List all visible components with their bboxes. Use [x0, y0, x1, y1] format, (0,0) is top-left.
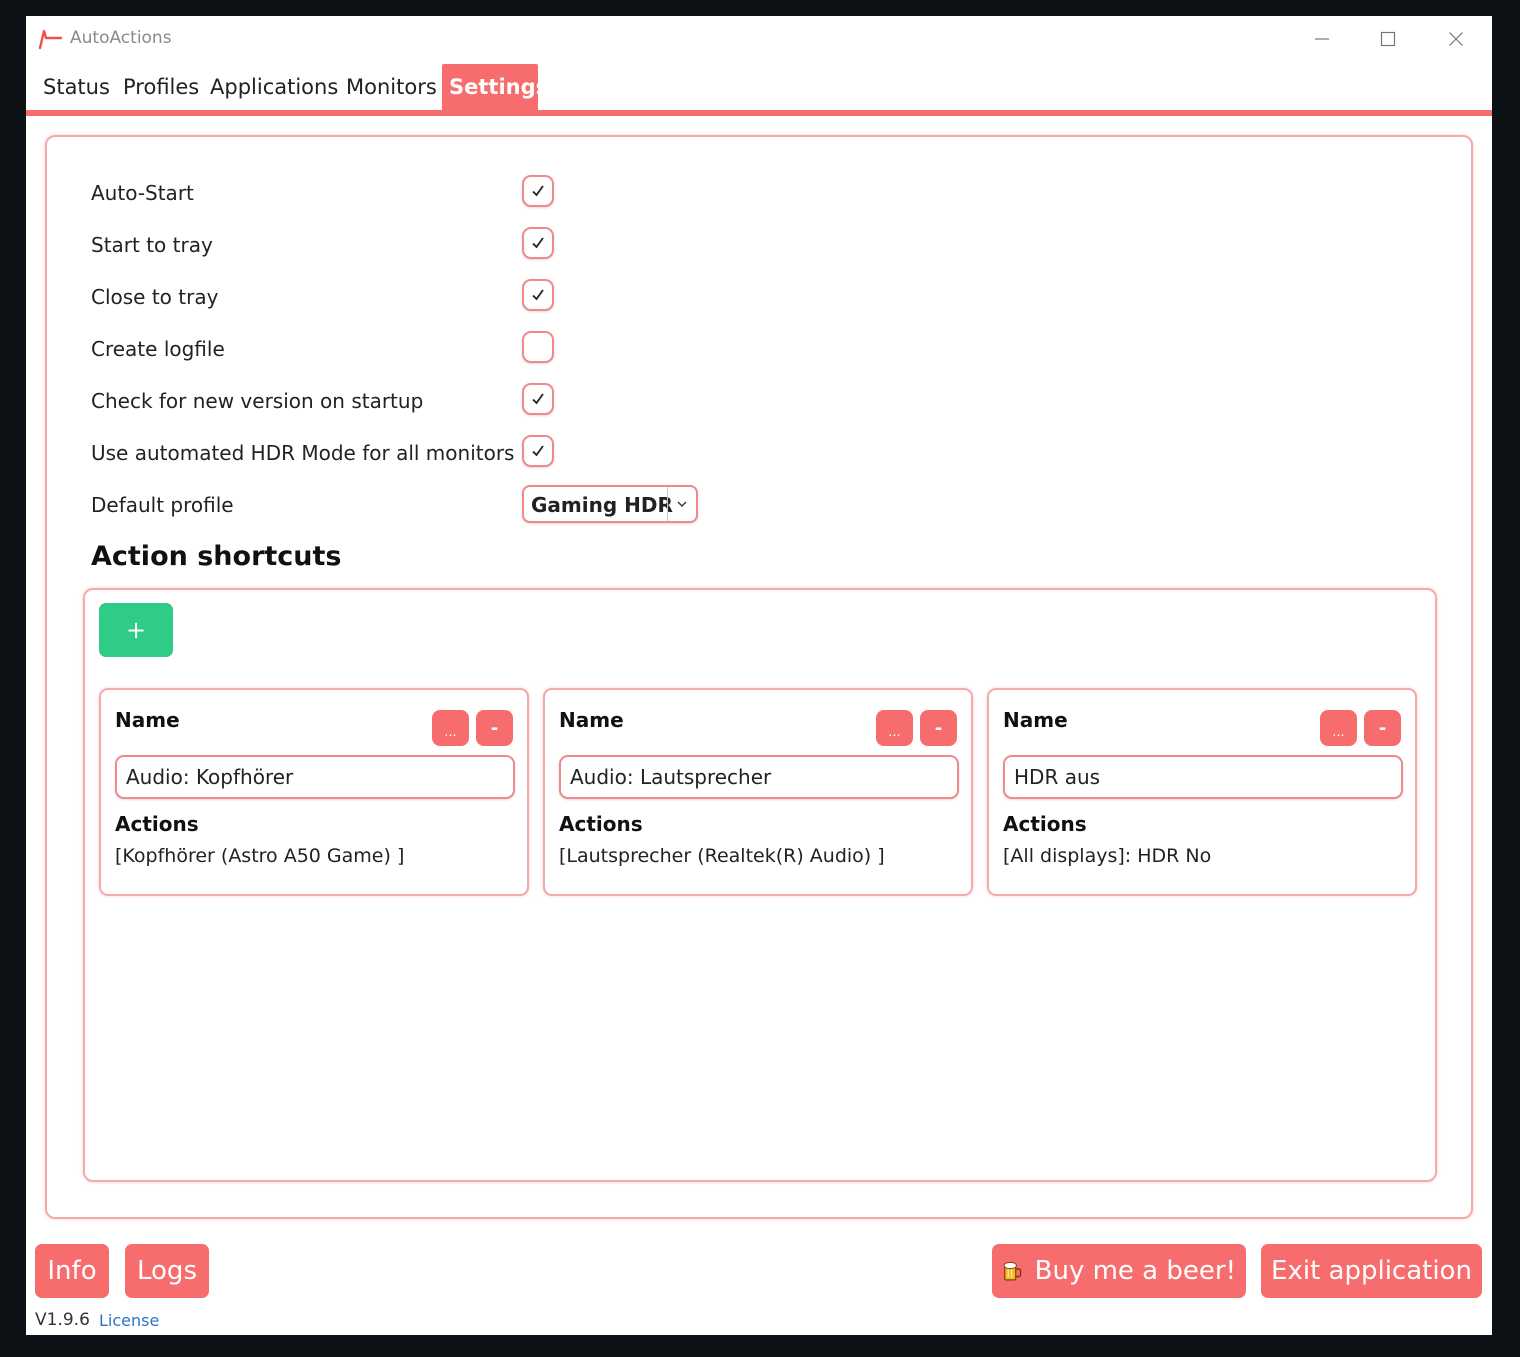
beer-mug-icon	[1003, 1261, 1022, 1281]
autoactions-logo-icon	[38, 29, 62, 50]
auto-start-checkbox[interactable]	[522, 175, 554, 207]
app-window: AutoActions Status Profiles Applications…	[26, 16, 1492, 1335]
tab-status[interactable]: Status	[43, 64, 110, 110]
start-to-tray-checkbox[interactable]	[522, 227, 554, 259]
setting-start-to-tray: Start to tray	[91, 225, 791, 265]
shortcut-card: Name ... - Actions [Lautsprecher (Realte…	[543, 688, 973, 896]
checkmark-icon	[532, 445, 544, 457]
checkmark-icon	[532, 185, 544, 197]
shortcut-name-input[interactable]	[115, 755, 515, 799]
card-actions-label: Actions	[115, 812, 199, 836]
start-to-tray-label: Start to tray	[91, 233, 213, 257]
check-version-checkbox[interactable]	[522, 383, 554, 415]
auto-hdr-checkbox[interactable]	[522, 435, 554, 467]
setting-create-logfile: Create logfile	[91, 329, 791, 369]
action-shortcuts-title: Action shortcuts	[91, 541, 342, 572]
shortcut-name-input[interactable]	[559, 755, 959, 799]
shortcut-card: Name ... - Actions [All displays]: HDR N…	[987, 688, 1417, 896]
tab-applications[interactable]: Applications	[210, 64, 338, 110]
create-logfile-checkbox[interactable]	[522, 331, 554, 363]
logs-button[interactable]: Logs	[125, 1244, 209, 1298]
default-profile-label: Default profile	[91, 493, 234, 517]
license-link[interactable]: License	[99, 1311, 159, 1330]
tab-bar: Status Profiles Applications Monitors Se…	[26, 64, 1492, 116]
card-actions-value: [Kopfhörer (Astro A50 Game) ]	[115, 845, 405, 867]
tab-underline	[26, 110, 1492, 116]
card-actions-label: Actions	[559, 812, 643, 836]
card-name-label: Name	[559, 708, 624, 732]
window-title: AutoActions	[70, 28, 172, 48]
add-shortcut-button[interactable]: +	[99, 603, 173, 657]
exit-application-button[interactable]: Exit application	[1261, 1244, 1482, 1298]
close-window-button[interactable]	[1433, 24, 1479, 54]
action-shortcuts-container: + Name ... - Actions [Kopfhörer (Astro A…	[83, 588, 1437, 1182]
settings-panel: Auto-Start Start to tray Close to tray C…	[45, 135, 1473, 1219]
default-profile-value: Gaming HDR	[531, 493, 673, 517]
close-icon	[1449, 32, 1463, 46]
setting-auto-start: Auto-Start	[91, 173, 791, 213]
create-logfile-label: Create logfile	[91, 337, 225, 361]
card-actions-value: [Lautsprecher (Realtek(R) Audio) ]	[559, 845, 885, 867]
card-name-label: Name	[1003, 708, 1068, 732]
minimize-icon	[1315, 38, 1329, 40]
version-label: V1.9.6	[35, 1310, 90, 1330]
card-actions-label: Actions	[1003, 812, 1087, 836]
card-actions-value: [All displays]: HDR No	[1003, 845, 1212, 867]
edit-shortcut-button[interactable]: ...	[1320, 710, 1357, 746]
tab-monitors[interactable]: Monitors	[346, 64, 437, 110]
close-to-tray-checkbox[interactable]	[522, 279, 554, 311]
tab-profiles[interactable]: Profiles	[123, 64, 199, 110]
checkmark-icon	[532, 393, 544, 405]
shortcut-name-input[interactable]	[1003, 755, 1403, 799]
setting-check-version: Check for new version on startup	[91, 381, 791, 421]
buy-beer-label: Buy me a beer!	[1034, 1256, 1236, 1286]
setting-auto-hdr: Use automated HDR Mode for all monitors	[91, 433, 791, 473]
title-bar: AutoActions	[26, 16, 1492, 62]
remove-shortcut-button[interactable]: -	[920, 710, 957, 746]
auto-start-label: Auto-Start	[91, 181, 194, 205]
auto-hdr-label: Use automated HDR Mode for all monitors	[91, 441, 515, 465]
checkmark-icon	[532, 289, 544, 301]
maximize-button[interactable]	[1365, 24, 1411, 54]
shortcut-card: Name ... - Actions [Kopfhörer (Astro A50…	[99, 688, 529, 896]
remove-shortcut-button[interactable]: -	[476, 710, 513, 746]
edit-shortcut-button[interactable]: ...	[876, 710, 913, 746]
chevron-down-icon	[677, 501, 687, 507]
setting-default-profile: Default profile Gaming HDR	[91, 485, 791, 525]
check-version-label: Check for new version on startup	[91, 389, 424, 413]
setting-close-to-tray: Close to tray	[91, 277, 791, 317]
buy-beer-button[interactable]: Buy me a beer!	[992, 1244, 1246, 1298]
dropdown-toggle[interactable]	[667, 487, 696, 521]
tab-settings[interactable]: Settings	[442, 64, 548, 110]
card-name-label: Name	[115, 708, 180, 732]
edit-shortcut-button[interactable]: ...	[432, 710, 469, 746]
minimize-button[interactable]	[1299, 24, 1345, 54]
default-profile-select[interactable]: Gaming HDR	[522, 485, 698, 523]
remove-shortcut-button[interactable]: -	[1364, 710, 1401, 746]
maximize-icon	[1380, 31, 1396, 47]
info-button[interactable]: Info	[35, 1244, 109, 1298]
close-to-tray-label: Close to tray	[91, 285, 219, 309]
checkmark-icon	[532, 237, 544, 249]
